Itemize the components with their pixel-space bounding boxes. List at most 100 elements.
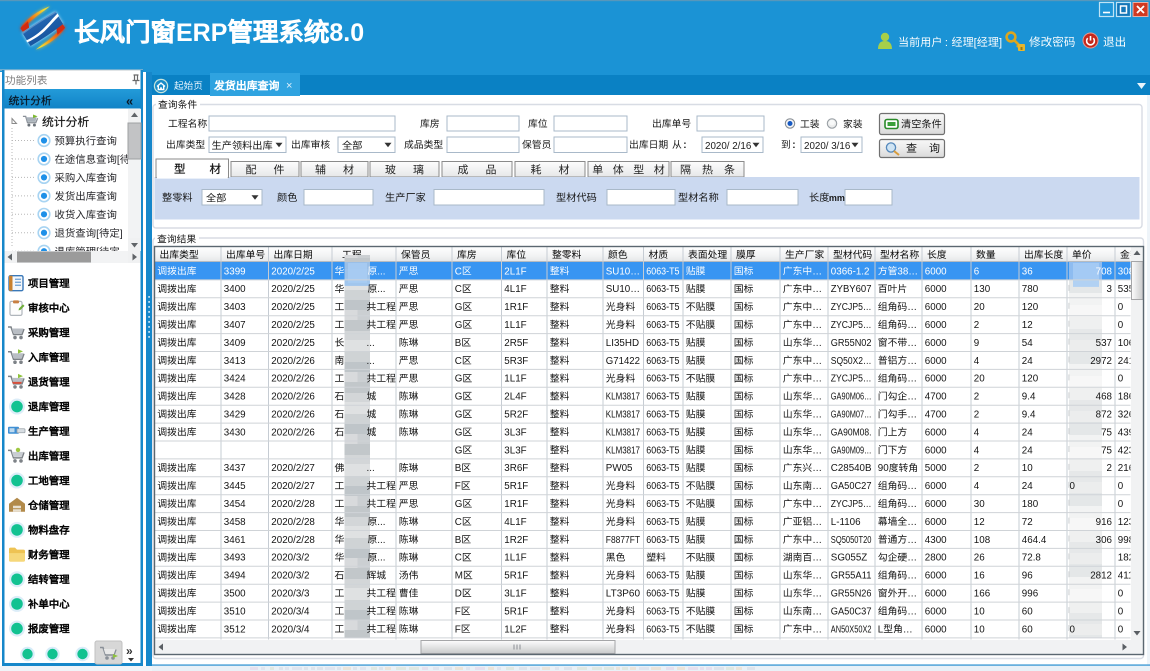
- svg-text:2: 2: [974, 392, 979, 403]
- svg-text:4L1F: 4L1F: [504, 517, 526, 528]
- svg-text:75: 75: [1101, 427, 1112, 438]
- svg-text:2020/2/28: 2020/2/28: [271, 499, 315, 510]
- svg-text:468: 468: [1096, 392, 1113, 403]
- svg-text:9.4: 9.4: [1022, 410, 1036, 421]
- svg-text:2020/2/28: 2020/2/28: [271, 517, 315, 528]
- svg-text:…: …: [907, 589, 917, 600]
- svg-text:2020/2/25: 2020/2/25: [271, 320, 315, 331]
- svg-text:12: 12: [974, 517, 985, 528]
- svg-text:872: 872: [1096, 410, 1112, 421]
- svg-text:2020/3/4: 2020/3/4: [271, 624, 310, 635]
- svg-text:«: «: [126, 94, 133, 109]
- svg-text:…: …: [812, 481, 822, 492]
- svg-text:…: …: [812, 624, 822, 635]
- svg-text:SQ50X2…: SQ50X2…: [831, 356, 872, 367]
- svg-text:2020/2/25: 2020/2/25: [271, 302, 315, 313]
- svg-text:3430: 3430: [224, 427, 246, 438]
- svg-text:24: 24: [1022, 356, 1033, 367]
- svg-text:180: 180: [1022, 499, 1039, 510]
- svg-text:5R1F: 5R1F: [504, 481, 528, 492]
- svg-text:3L1F: 3L1F: [504, 589, 526, 600]
- svg-text:…: …: [812, 302, 822, 313]
- svg-text:0: 0: [1070, 481, 1076, 492]
- svg-text:4700: 4700: [925, 410, 947, 421]
- svg-text:...: ...: [367, 338, 375, 349]
- svg-text:6000: 6000: [925, 571, 947, 582]
- svg-text:3: 3: [1107, 284, 1113, 295]
- svg-text:6063-T5: 6063-T5: [646, 481, 680, 492]
- svg-text:2: 2: [974, 463, 979, 474]
- svg-text:2020/2/27: 2020/2/27: [271, 481, 315, 492]
- svg-text:G: G: [455, 427, 463, 438]
- svg-text:3437: 3437: [224, 463, 246, 474]
- svg-text:20: 20: [974, 302, 985, 313]
- svg-text:16: 16: [974, 571, 985, 582]
- svg-text:6063-T5: 6063-T5: [646, 499, 680, 510]
- svg-text:ZYCJP5…: ZYCJP5…: [831, 499, 872, 510]
- svg-text:KLM3817: KLM3817: [606, 445, 640, 456]
- svg-text:2020/2/25: 2020/2/25: [271, 338, 315, 349]
- svg-text:2: 2: [974, 410, 979, 421]
- svg-text:GA50C27: GA50C27: [831, 481, 872, 492]
- svg-text:6063-T5: 6063-T5: [646, 338, 680, 349]
- svg-text:2020/ 3/16: 2020/ 3/16: [804, 141, 851, 152]
- svg-text:0366-1.2: 0366-1.2: [831, 266, 870, 277]
- svg-text:166: 166: [974, 589, 991, 600]
- svg-text:916: 916: [1096, 517, 1113, 528]
- svg-text:PW05: PW05: [606, 463, 633, 474]
- svg-text:6063-T5: 6063-T5: [646, 535, 680, 546]
- svg-text:...: ...: [377, 517, 385, 528]
- svg-text:6000: 6000: [925, 427, 947, 438]
- svg-text:3L3F: 3L3F: [504, 427, 526, 438]
- svg-text:108: 108: [974, 535, 991, 546]
- svg-text:KLM3817: KLM3817: [606, 392, 640, 403]
- svg-text:4300: 4300: [925, 535, 947, 546]
- svg-text:SU10…: SU10…: [606, 266, 640, 277]
- svg-text:…: …: [812, 356, 822, 367]
- svg-text:72: 72: [1022, 517, 1033, 528]
- svg-text:D: D: [455, 589, 462, 600]
- svg-text:...: ...: [377, 266, 385, 277]
- svg-text:24: 24: [1022, 445, 1033, 456]
- svg-text:…: …: [907, 392, 917, 403]
- svg-text:2972: 2972: [1090, 356, 1112, 367]
- svg-text:2020/2/26: 2020/2/26: [271, 427, 315, 438]
- svg-text:F8877FT: F8877FT: [606, 535, 640, 546]
- svg-text:3454: 3454: [224, 499, 246, 510]
- svg-text:3428: 3428: [224, 392, 246, 403]
- svg-text:8.0: 8.0: [329, 19, 364, 47]
- svg-text:96: 96: [1022, 571, 1033, 582]
- svg-text:54: 54: [1022, 338, 1033, 349]
- svg-text:5R1F: 5R1F: [504, 571, 528, 582]
- svg-text:6000: 6000: [925, 320, 947, 331]
- svg-text:ERP: ERP: [176, 19, 227, 47]
- svg-text:…: …: [907, 571, 917, 582]
- svg-text:B: B: [455, 338, 462, 349]
- svg-text:5R1F: 5R1F: [504, 606, 528, 617]
- svg-text:6063-T5: 6063-T5: [646, 284, 680, 295]
- svg-text:3512: 3512: [224, 624, 246, 635]
- svg-text:464.4: 464.4: [1022, 535, 1047, 546]
- svg-text:3407: 3407: [224, 320, 246, 331]
- svg-text:3500: 3500: [224, 589, 246, 600]
- svg-text:...: ...: [377, 284, 385, 295]
- svg-text:…: …: [812, 553, 822, 564]
- svg-text:…: …: [812, 517, 822, 528]
- svg-text:2020/3/4: 2020/3/4: [271, 606, 310, 617]
- svg-text:1R1F: 1R1F: [504, 499, 528, 510]
- svg-text:[: [: [117, 155, 120, 166]
- svg-text:...: ...: [367, 356, 375, 367]
- svg-text:6000: 6000: [925, 589, 947, 600]
- svg-text:KLM3817: KLM3817: [606, 427, 640, 438]
- svg-text:2812: 2812: [1090, 571, 1112, 582]
- svg-text:L: L: [878, 624, 884, 635]
- svg-text:LI35HD: LI35HD: [606, 338, 639, 349]
- svg-text:6063-T5: 6063-T5: [646, 463, 680, 474]
- svg-text:0: 0: [1118, 481, 1124, 492]
- svg-text:C: C: [455, 356, 462, 367]
- svg-text:ZYBY607: ZYBY607: [831, 284, 872, 295]
- svg-text:4: 4: [974, 356, 980, 367]
- svg-text:24: 24: [1022, 427, 1033, 438]
- svg-text:2: 2: [1107, 463, 1112, 474]
- svg-text:2020/3/2: 2020/3/2: [271, 571, 309, 582]
